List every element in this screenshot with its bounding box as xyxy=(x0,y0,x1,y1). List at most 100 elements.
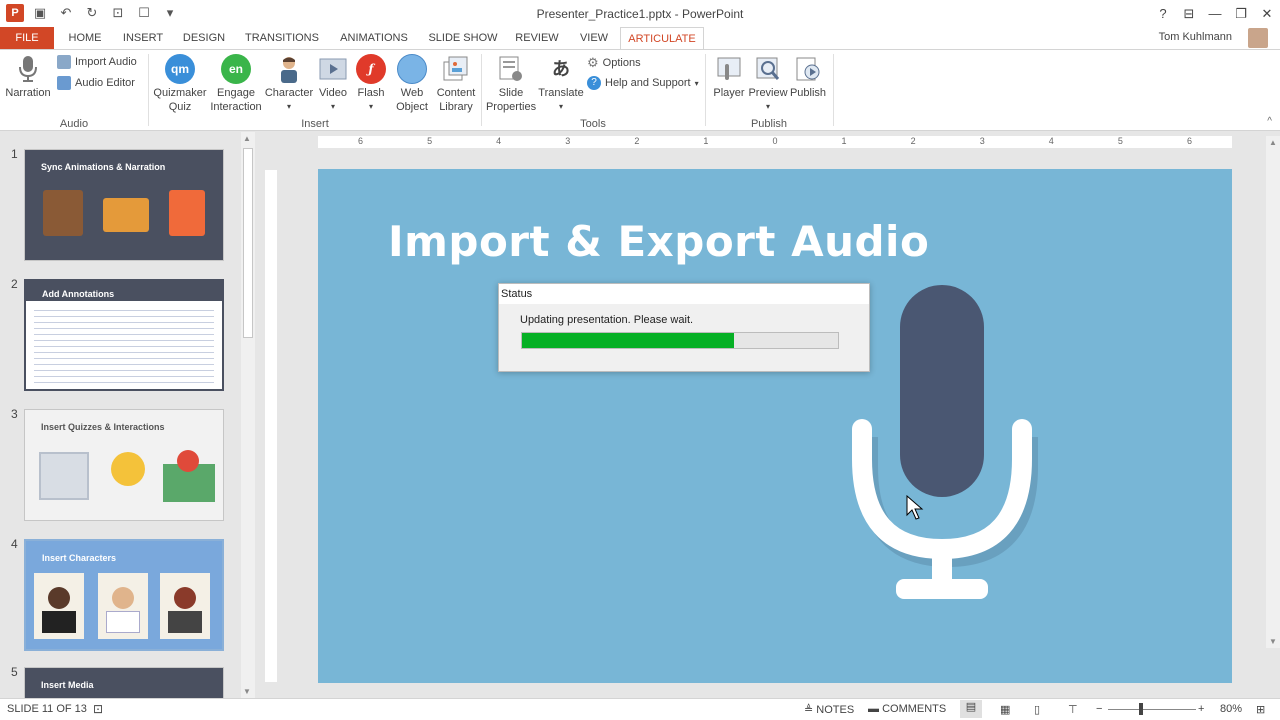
avatar[interactable] xyxy=(1248,28,1268,48)
translate-button[interactable]: あ Translate ▾ xyxy=(538,54,584,114)
thumbnail-number: 4 xyxy=(11,537,18,551)
slide-thumbnail-2[interactable]: Add Annotations xyxy=(24,279,224,391)
minimize-icon[interactable]: — xyxy=(1202,0,1228,27)
content-library-button[interactable]: Content Library xyxy=(434,54,478,114)
character-icon xyxy=(274,54,304,84)
slide-title[interactable]: Import & Export Audio xyxy=(388,217,929,266)
restore-icon[interactable]: ❐ xyxy=(1228,0,1254,27)
character-label: Character xyxy=(264,87,314,99)
player-button[interactable]: Player xyxy=(710,54,748,100)
tab-articulate[interactable]: ARTICULATE xyxy=(620,27,704,49)
fit-slide-icon[interactable]: ⊞ xyxy=(1256,703,1265,716)
preview-button[interactable]: Preview ▾ xyxy=(748,54,788,114)
window-controls: ? ⊟ — ❐ ✕ xyxy=(1150,0,1280,27)
web-object-button[interactable]: Web Object xyxy=(390,54,434,114)
engage-interaction-button[interactable]: en Engage Interaction xyxy=(208,54,264,114)
slide-properties-button[interactable]: Slide Properties xyxy=(486,54,536,114)
player-icon xyxy=(714,54,744,84)
thumbnail-scrollbar[interactable]: ▲ ▼ xyxy=(241,132,255,698)
group-separator xyxy=(833,54,834,126)
collapse-ribbon-icon[interactable]: ^ xyxy=(1267,116,1272,127)
briefcase-icon xyxy=(103,198,149,232)
thumbnail-number: 3 xyxy=(11,407,18,421)
notes-button[interactable]: ≜ NOTES xyxy=(804,703,854,716)
ruler-tick: 4 xyxy=(496,136,502,146)
publish-button[interactable]: Publish xyxy=(788,54,828,100)
zoom-slider[interactable] xyxy=(1108,709,1196,710)
zoom-level[interactable]: 80% xyxy=(1220,703,1242,715)
lightbulb-icon xyxy=(111,452,145,486)
group-separator xyxy=(148,54,149,126)
zoom-out-icon[interactable]: − xyxy=(1096,703,1102,715)
thumbnail-title: Add Annotations xyxy=(42,289,115,299)
tab-slide-show[interactable]: SLIDE SHOW xyxy=(426,27,500,49)
window-title: Presenter_Practice1.pptx - PowerPoint xyxy=(536,7,744,21)
ruler-tick: 4 xyxy=(1048,136,1054,146)
zoom-slider-handle[interactable] xyxy=(1139,703,1143,715)
scroll-down-icon[interactable]: ▼ xyxy=(243,687,251,696)
scroll-down-icon[interactable]: ▼ xyxy=(1269,637,1277,646)
tab-transitions[interactable]: TRANSITIONS xyxy=(242,27,322,49)
video-button[interactable]: Video ▾ xyxy=(314,54,352,114)
options-label: Options xyxy=(602,57,641,69)
tab-review[interactable]: REVIEW xyxy=(512,27,562,49)
character-button[interactable]: Character ▾ xyxy=(264,54,314,114)
notes-label: NOTES xyxy=(816,704,855,716)
tab-design[interactable]: DESIGN xyxy=(180,27,228,49)
narration-button[interactable]: Narration xyxy=(5,54,51,100)
tab-animations[interactable]: ANIMATIONS xyxy=(334,27,414,49)
character-card xyxy=(160,573,210,639)
help-icon[interactable]: ? xyxy=(1150,0,1176,27)
flash-icon: ƒ xyxy=(356,54,386,84)
preview-icon xyxy=(753,54,783,84)
ribbon-display-options-icon[interactable]: ⊟ xyxy=(1176,0,1202,27)
scroll-up-icon[interactable]: ▲ xyxy=(243,134,251,143)
engage-label-line1: Engage xyxy=(217,87,255,99)
normal-view-icon[interactable]: ▤ xyxy=(960,700,982,718)
slide-thumbnail-1[interactable]: Sync Animations & Narration xyxy=(24,149,224,261)
ruler-tick: 6 xyxy=(1186,136,1192,146)
ruler-tick: 2 xyxy=(634,136,640,146)
quizmaker-quiz-button[interactable]: qm Quizmaker Quiz xyxy=(152,54,208,114)
slide-thumbnail-4[interactable]: Insert Characters xyxy=(24,539,224,651)
slide-thumbnail-3[interactable]: Insert Quizzes & Interactions xyxy=(24,409,224,521)
help-circle-icon: ? xyxy=(587,76,601,90)
video-icon xyxy=(318,54,348,84)
flash-dropdown-icon: ▾ xyxy=(368,102,373,111)
clipboard-icon xyxy=(169,190,205,236)
close-icon[interactable]: ✕ xyxy=(1254,0,1280,27)
comments-button[interactable]: ▬ COMMENTS xyxy=(868,703,946,715)
reading-view-icon[interactable]: ▯ xyxy=(1034,703,1040,716)
user-name[interactable]: Tom Kuhlmann xyxy=(1159,31,1232,43)
tab-view[interactable]: VIEW xyxy=(574,27,614,49)
help-and-support-button[interactable]: ? Help and Support ▾ xyxy=(587,76,699,90)
editor-scrollbar[interactable]: ▲ ▼ xyxy=(1266,136,1280,648)
translate-icon: あ xyxy=(552,59,570,79)
scroll-up-icon[interactable]: ▲ xyxy=(1269,138,1277,147)
import-audio-button[interactable]: Import Audio xyxy=(57,55,137,69)
engage-icon: en xyxy=(221,54,251,84)
help-and-support-label: Help and Support xyxy=(605,77,691,89)
slide-thumbnail-panel: 1 Sync Animations & Narration 2 Add Anno… xyxy=(0,132,255,698)
slide-show-icon[interactable]: ⊤ xyxy=(1068,703,1078,716)
web-object-label-line1: Web xyxy=(400,87,424,99)
tab-home[interactable]: HOME xyxy=(62,27,108,49)
mouse-cursor-icon xyxy=(906,495,924,520)
audio-editor-button[interactable]: Audio Editor xyxy=(57,76,135,90)
quizmaker-label-line1: Quizmaker xyxy=(153,87,207,99)
slide-sorter-icon[interactable]: ▦ xyxy=(1000,703,1010,716)
tab-file[interactable]: FILE xyxy=(0,27,54,49)
flash-button[interactable]: ƒ Flash ▾ xyxy=(352,54,390,114)
vertical-ruler xyxy=(265,170,277,682)
options-button[interactable]: ⚙ Options xyxy=(587,55,641,71)
dialog-body: Updating presentation. Please wait. xyxy=(499,304,869,371)
slide-properties-label-line1: Slide xyxy=(498,87,524,99)
zoom-in-icon[interactable]: + xyxy=(1198,703,1204,715)
slide-thumbnail-5[interactable]: Insert Media xyxy=(24,667,224,698)
comments-label: COMMENTS xyxy=(882,703,947,715)
horizontal-ruler: 6 5 4 3 2 1 0 1 2 3 4 5 6 xyxy=(318,136,1232,148)
tab-insert[interactable]: INSERT xyxy=(120,27,166,49)
scrollbar-thumb[interactable] xyxy=(243,148,253,338)
spell-check-icon[interactable]: ⊡ xyxy=(93,702,103,716)
slide-canvas[interactable]: Import & Export Audio xyxy=(318,169,1232,683)
